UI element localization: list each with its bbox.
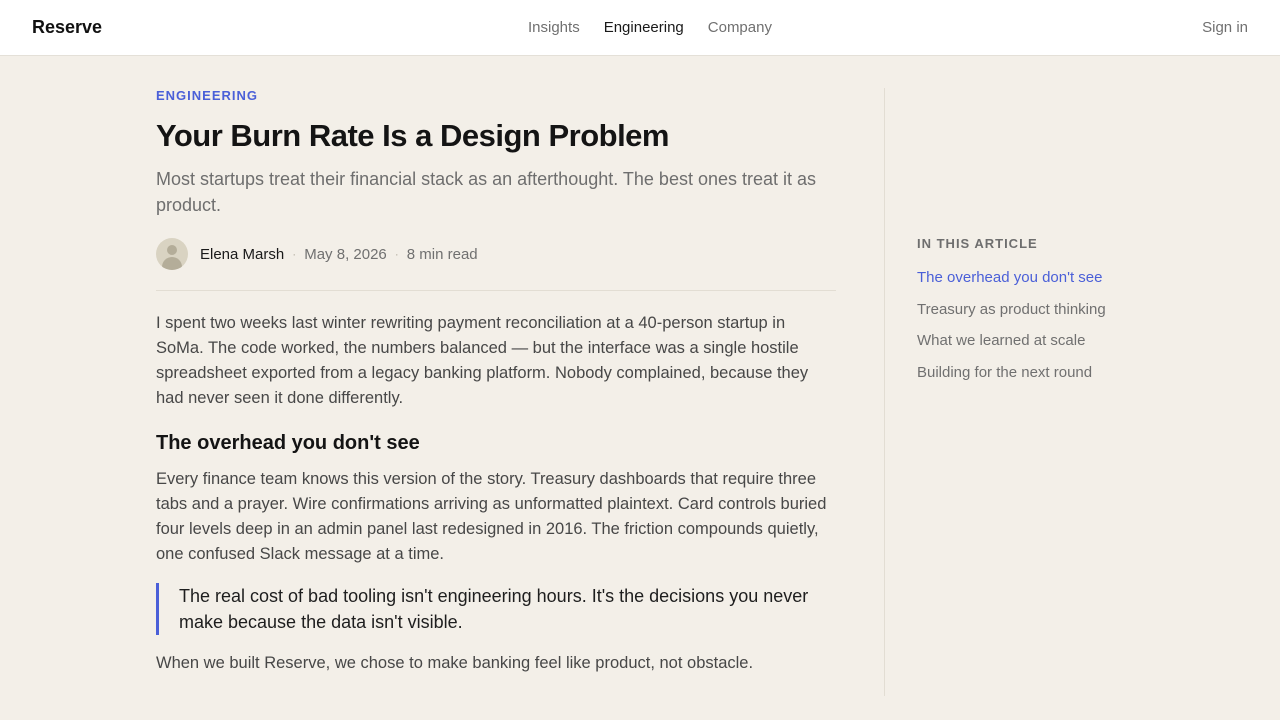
brand-logo[interactable]: Reserve — [32, 17, 102, 38]
avatar-head-shape — [167, 245, 177, 255]
byline-divider — [156, 290, 836, 291]
publish-date: May 8, 2026 — [304, 245, 387, 263]
nav-engineering[interactable]: Engineering — [604, 19, 684, 36]
separator-dot: · — [394, 247, 399, 261]
toc-list: The overhead you don't see Treasury as p… — [917, 269, 1217, 382]
byline: Elena Marsh · May 8, 2026 · 8 min read — [156, 238, 836, 270]
article-subtitle: Most startups treat their financial stac… — [156, 169, 817, 215]
article-title: Your Burn Rate Is a Design Problem — [156, 118, 669, 153]
separator-dot: · — [292, 247, 297, 261]
section-heading: The overhead you don't see — [156, 432, 420, 454]
avatar-shoulders-shape — [162, 257, 182, 270]
pull-quote: The real cost of bad tooling isn't engin… — [156, 583, 836, 635]
toc-title: IN THIS ARTICLE — [917, 236, 1038, 251]
read-time: 8 min read — [406, 245, 478, 263]
toc-item-learned[interactable]: What we learned at scale — [917, 332, 1217, 350]
nav-insights[interactable]: Insights — [528, 19, 580, 36]
main-nav: Insights Engineering Company — [528, 19, 772, 36]
article: ENGINEERING Your Burn Rate Is a Design P… — [156, 88, 836, 676]
author-name[interactable]: Elena Marsh — [200, 246, 284, 263]
toc-item-treasury[interactable]: Treasury as product thinking — [917, 301, 1217, 319]
sign-in-link[interactable]: Sign in — [1202, 19, 1248, 36]
sidebar-divider — [884, 88, 885, 696]
toc-item-next-round[interactable]: Building for the next round — [917, 364, 1217, 382]
nav-company[interactable]: Company — [708, 19, 772, 36]
author-avatar[interactable] — [156, 238, 188, 270]
article-paragraph: I spent two weeks last winter rewriting … — [156, 314, 809, 407]
article-category[interactable]: ENGINEERING — [156, 88, 836, 104]
table-of-contents: IN THIS ARTICLE The overhead you don't s… — [917, 236, 1217, 395]
top-navigation-bar: Reserve Insights Engineering Company Sig… — [0, 0, 1280, 56]
article-paragraph: When we built Reserve, we chose to make … — [156, 654, 754, 672]
toc-item-overhead[interactable]: The overhead you don't see — [917, 269, 1217, 287]
article-paragraph: Every finance team knows this version of… — [156, 470, 827, 563]
